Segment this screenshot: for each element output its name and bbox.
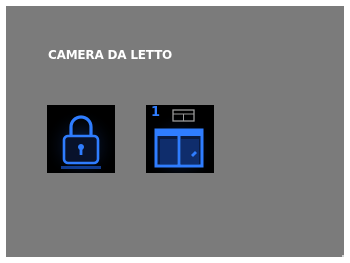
screen-dot <box>342 255 344 257</box>
padlock-icon <box>47 105 115 173</box>
lock-button[interactable] <box>47 105 115 173</box>
window-shutter-button[interactable]: 1 <box>146 105 214 173</box>
control-panel-screen: CAMERA DA LETTO 1 <box>6 6 344 257</box>
room-title: CAMERA DA LETTO <box>48 48 173 62</box>
shutter-number: 1 <box>151 105 161 120</box>
